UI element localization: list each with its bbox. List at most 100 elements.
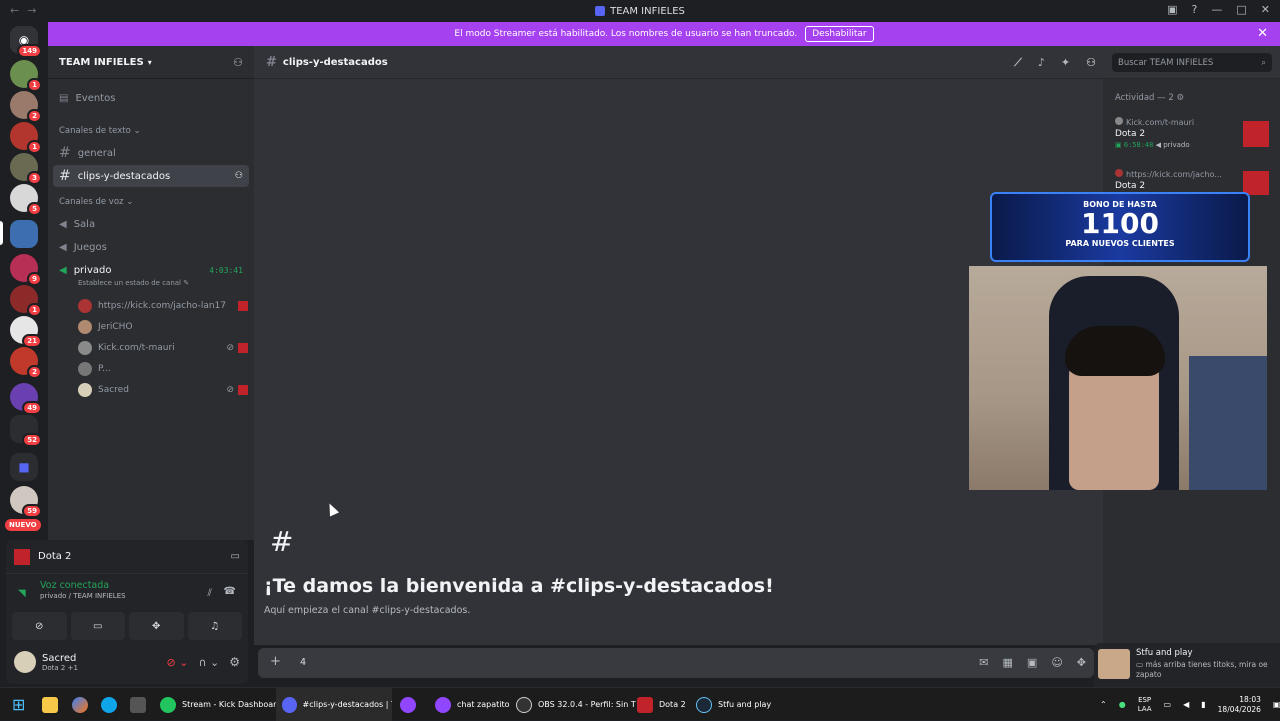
- emoji-icon[interactable]: ☺: [1051, 656, 1062, 669]
- create-invite-icon[interactable]: ⚇: [235, 171, 243, 181]
- text-category[interactable]: Canales de texto ⌄: [48, 126, 254, 136]
- server-icon[interactable]: 2: [10, 347, 42, 379]
- voice-connected-label[interactable]: Voz conectada: [14, 580, 240, 591]
- store-icon[interactable]: [130, 696, 146, 713]
- taskbar-app-label: Dota 2: [659, 700, 686, 709]
- gift-icon[interactable]: ✉: [979, 656, 988, 669]
- screen-share-button[interactable]: ▭: [70, 612, 125, 640]
- search-input[interactable]: Buscar TEAM INFIELES: [1118, 58, 1213, 68]
- headphones-icon[interactable]: ∩ ⌄: [198, 656, 219, 669]
- taskbar-app[interactable]: Stfu and play: [696, 688, 771, 721]
- server-icon[interactable]: 49: [10, 383, 42, 415]
- maximize-button[interactable]: □: [1236, 3, 1246, 16]
- channel-status[interactable]: Establece un estado de canal ✎: [48, 279, 254, 291]
- notification-toast[interactable]: Stfu and play ▭ más arriba tienes titoks…: [1094, 643, 1280, 687]
- battery-icon[interactable]: ▮: [1201, 700, 1205, 709]
- server-badge: 59: [22, 504, 42, 518]
- disable-streamer-button[interactable]: Deshabilitar: [805, 26, 874, 42]
- notifications-icon[interactable]: ▣: [1273, 700, 1280, 709]
- close-banner-icon[interactable]: ✕: [1257, 26, 1268, 41]
- edge-icon[interactable]: [101, 696, 117, 713]
- server-icon[interactable]: 9: [10, 254, 42, 286]
- microphone-icon[interactable]: ●: [1119, 700, 1126, 709]
- voice-channel-privado[interactable]: ◀ privado 4:03:41: [53, 259, 249, 281]
- activity-time: 6:58:48: [1123, 141, 1154, 149]
- bell-icon[interactable]: ♪: [1038, 56, 1045, 70]
- channel-clips-y-destacados[interactable]: # clips-y-destacados ⚇: [53, 165, 249, 187]
- user-avatar[interactable]: [14, 651, 36, 673]
- taskbar-app[interactable]: chat zapatito: [435, 688, 510, 721]
- server-icon[interactable]: 1: [10, 122, 42, 154]
- file-explorer-icon[interactable]: [42, 696, 58, 713]
- obs-icon: [516, 696, 532, 713]
- disconnect-icon[interactable]: ☎: [224, 586, 236, 597]
- clock[interactable]: 18:03 18/04/2026: [1218, 695, 1261, 715]
- inbox-icon[interactable]: ▣: [1167, 3, 1177, 16]
- voice-category[interactable]: Canales de voz ⌄: [48, 197, 254, 207]
- activity-card[interactable]: https://kick.com/jacho... Dota 2: [1109, 165, 1275, 195]
- pin-icon[interactable]: ✦: [1061, 56, 1070, 70]
- server-header[interactable]: TEAM INFIELES ▾ ⚇: [48, 46, 254, 79]
- voice-user[interactable]: JeriCHO: [48, 316, 254, 337]
- windows-start-icon[interactable]: ⊞: [12, 695, 25, 714]
- message-input[interactable]: 4: [300, 657, 306, 668]
- server-icon[interactable]: 21: [10, 316, 42, 348]
- taskbar-app[interactable]: OBS 32.0.4 - Perfil: Sin T: [516, 688, 636, 721]
- soundboard-button[interactable]: ♫: [187, 612, 242, 640]
- speaker-icon: ◀: [1155, 141, 1161, 149]
- voice-user[interactable]: https://kick.com/jacho-lan17: [48, 295, 254, 316]
- activity-card[interactable]: Kick.com/t-mauri Dota 2 ▣ 6:58:48 ◀ priv…: [1109, 113, 1275, 159]
- server-icon[interactable]: 3: [10, 153, 42, 185]
- server-icon[interactable]: 59: [10, 486, 42, 518]
- sticker-icon[interactable]: ▣: [1027, 656, 1037, 669]
- noise-suppression-icon[interactable]: ⫽: [208, 588, 212, 599]
- chevron-up-icon[interactable]: ⌃: [1100, 700, 1107, 709]
- taskbar-app[interactable]: Stream - Kick Dashboar: [160, 688, 276, 721]
- server-icon[interactable]: 1: [10, 285, 42, 317]
- invite-people-icon[interactable]: ⚇: [233, 56, 243, 69]
- search-box[interactable]: Buscar TEAM INFIELES ⌕: [1112, 53, 1272, 72]
- server-badge: 1: [27, 303, 42, 317]
- screen-share-icon[interactable]: ▭: [231, 551, 240, 562]
- server-folder-icon[interactable]: 52: [10, 415, 42, 447]
- volume-icon[interactable]: ◀: [1183, 700, 1189, 709]
- copilot-icon[interactable]: [72, 696, 88, 713]
- channel-label: Juegos: [73, 241, 107, 253]
- members-icon[interactable]: ⚇: [1086, 56, 1096, 70]
- voice-user[interactable]: Kick.com/t-mauri ⊘: [48, 337, 254, 358]
- voice-channel-sala[interactable]: ◀ Sala: [53, 213, 249, 235]
- activity-row[interactable]: Dota 2 ▭: [6, 540, 248, 574]
- mute-mic-icon[interactable]: ⊘ ⌄: [167, 656, 189, 669]
- gif-icon[interactable]: ▦: [1003, 656, 1013, 669]
- gear-icon[interactable]: ⚙: [1176, 93, 1184, 103]
- server-icon[interactable]: 2: [10, 91, 42, 123]
- network-icon[interactable]: ▭: [1164, 700, 1172, 709]
- apps-icon[interactable]: ✥: [1077, 656, 1086, 669]
- voice-user[interactable]: P...: [48, 358, 254, 379]
- close-window-button[interactable]: ✕: [1261, 3, 1270, 16]
- channel-general[interactable]: # general: [53, 142, 249, 164]
- back-forward-icons[interactable]: ←→: [10, 4, 44, 17]
- taskbar-app-active[interactable]: #clips-y-destacados | TE: [276, 688, 392, 721]
- activities-button[interactable]: ✥: [129, 612, 184, 640]
- language-indicator[interactable]: ESP LAA: [1138, 696, 1152, 714]
- minimize-button[interactable]: —: [1211, 3, 1222, 16]
- message-composer[interactable]: + 4 ✉ ▦ ▣ ☺ ✥: [258, 648, 1094, 678]
- threads-icon[interactable]: ⟋: [1014, 56, 1022, 70]
- server-icon-team-infieles[interactable]: [10, 220, 38, 248]
- add-attachment-icon[interactable]: +: [270, 654, 281, 669]
- folder-icon[interactable]: ■: [10, 453, 38, 481]
- server-icon[interactable]: 5: [10, 184, 42, 216]
- taskbar-app[interactable]: Dota 2: [637, 688, 686, 721]
- voice-user[interactable]: Sacred ⊘: [48, 379, 254, 400]
- help-icon[interactable]: ?: [1192, 3, 1198, 16]
- direct-messages-icon[interactable]: ◉ 149: [10, 26, 42, 58]
- events-item[interactable]: ▤ Eventos: [53, 87, 249, 109]
- dm-badge: 149: [17, 44, 42, 58]
- channel-label: clips-y-destacados: [77, 170, 171, 182]
- twitch-icon[interactable]: [400, 696, 416, 713]
- server-icon[interactable]: 1: [10, 60, 42, 92]
- camera-button[interactable]: ⊘: [12, 612, 67, 640]
- voice-channel-juegos[interactable]: ◀ Juegos: [53, 236, 249, 258]
- settings-gear-icon[interactable]: ⚙: [229, 655, 240, 669]
